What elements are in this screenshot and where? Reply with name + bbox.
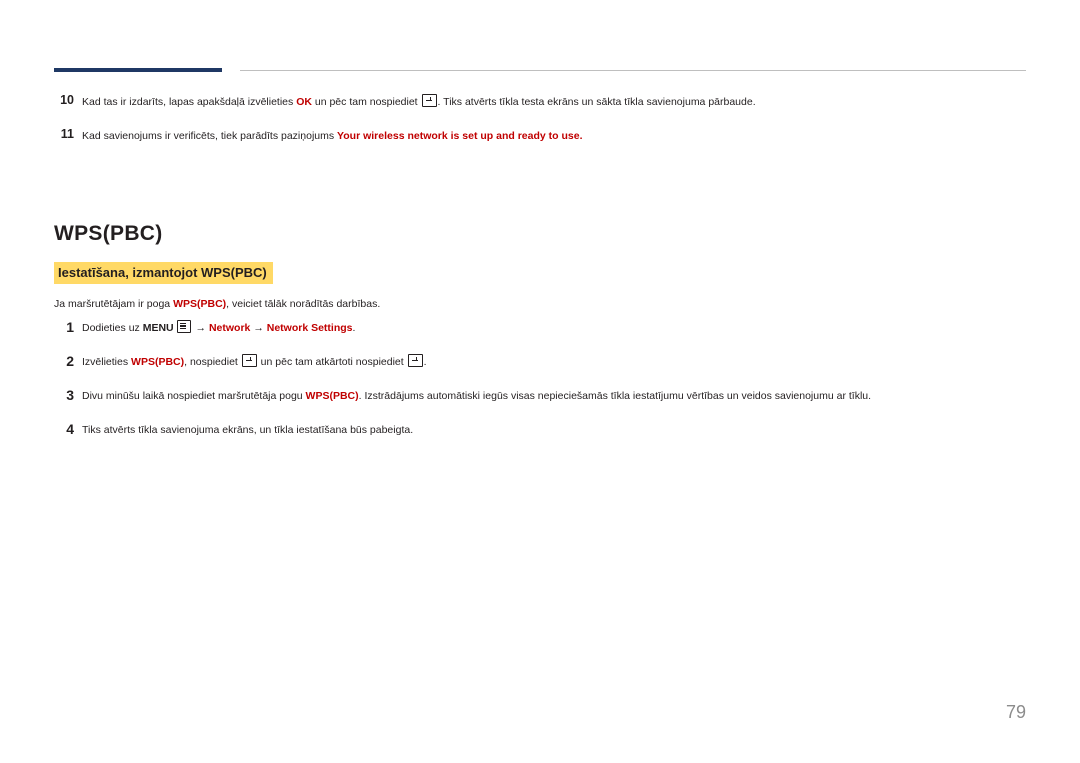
text-run: . Izstrādājums automātiski iegūs visas n… bbox=[358, 390, 872, 402]
text-run: un pēc tam nospiediet bbox=[311, 96, 421, 108]
list-item-text: Dodieties uz MENU → Network → Network Se… bbox=[82, 318, 1029, 338]
list-item-number: 4 bbox=[66, 421, 74, 437]
text-run: un pēc tam atkārtoti nospiediet bbox=[257, 356, 407, 368]
header-rule bbox=[54, 68, 1026, 72]
header-rule-line bbox=[240, 69, 1026, 71]
emphasis-wpspbc: WPS(PBC) bbox=[305, 390, 359, 402]
steps-list: 1 Dodieties uz MENU → Network → Network … bbox=[54, 318, 1029, 454]
header-rule-accent bbox=[54, 68, 222, 72]
list-item: 11 Kad savienojums ir verificēts, tiek p… bbox=[54, 126, 1029, 146]
list-item-number: 11 bbox=[60, 127, 74, 141]
list-item-number: 3 bbox=[66, 387, 74, 403]
list-item: 1 Dodieties uz MENU → Network → Network … bbox=[54, 318, 1029, 338]
list-item-text: Tiks atvērts tīkla savienojuma ekrāns, u… bbox=[82, 420, 1029, 440]
menu-label: MENU bbox=[142, 322, 174, 334]
enter-key-icon bbox=[421, 94, 437, 107]
text-run: . bbox=[352, 322, 356, 334]
continued-steps-list: 10 Kad tas ir izdarīts, lapas apakšdaļā … bbox=[54, 92, 1029, 146]
enter-key-icon bbox=[241, 354, 257, 367]
emphasis-network: Network bbox=[208, 322, 251, 334]
list-item: 10 Kad tas ir izdarīts, lapas apakšdaļā … bbox=[54, 92, 1029, 112]
emphasis-wpspbc: WPS(PBC) bbox=[173, 298, 227, 310]
emphasis-network-settings: Network Settings bbox=[266, 322, 353, 334]
text-run: Tiks atvērts tīkla savienojuma ekrāns, u… bbox=[82, 424, 414, 436]
list-item-text: Izvēlieties WPS(PBC), nospiediet un pēc … bbox=[82, 352, 1029, 372]
text-run: Kad savienojums ir verificēts, tiek parā… bbox=[82, 130, 338, 142]
text-run: , nospiediet bbox=[184, 356, 241, 368]
emphasis-wpspbc: WPS(PBC) bbox=[131, 356, 185, 368]
text-run: . bbox=[423, 356, 427, 368]
text-run: Ja maršrutētājam ir poga bbox=[54, 298, 174, 310]
text-run: → bbox=[250, 322, 267, 334]
page-title: WPS(PBC) bbox=[54, 222, 163, 245]
list-item-number: 1 bbox=[66, 319, 74, 335]
text-run: . Tiks atvērts tīkla testa ekrāns un sāk… bbox=[437, 96, 756, 108]
text-run: Divu minūšu laikā nospiediet maršrutētāj… bbox=[82, 390, 306, 402]
text-run: Kad tas ir izdarīts, lapas apakšdaļā izv… bbox=[82, 96, 297, 108]
text-run: Dodieties uz bbox=[82, 322, 143, 334]
menu-key-icon bbox=[176, 320, 191, 333]
document-page: 10 Kad tas ir izdarīts, lapas apakšdaļā … bbox=[0, 0, 1080, 763]
list-item-text: Kad tas ir izdarīts, lapas apakšdaļā izv… bbox=[82, 92, 1029, 112]
intro-paragraph: Ja maršrutētājam ir poga WPS(PBC), veici… bbox=[54, 296, 380, 312]
page-number: 79 bbox=[1005, 702, 1026, 722]
list-item-text: Divu minūšu laikā nospiediet maršrutētāj… bbox=[82, 386, 1029, 406]
list-item: 2 Izvēlieties WPS(PBC), nospiediet un pē… bbox=[54, 352, 1029, 372]
list-item: 4 Tiks atvērts tīkla savienojuma ekrāns,… bbox=[54, 420, 1029, 440]
enter-key-icon bbox=[407, 354, 423, 367]
list-item: 3 Divu minūšu laikā nospiediet maršrutēt… bbox=[54, 386, 1029, 406]
text-run: , veiciet tālāk norādītās darbības. bbox=[226, 298, 381, 310]
section-subheading: Iestatīšana, izmantojot WPS(PBC) bbox=[54, 262, 273, 284]
text-run: → bbox=[192, 322, 209, 334]
text-run: Izvēlieties bbox=[82, 356, 132, 368]
emphasis-ok: OK bbox=[296, 96, 312, 108]
list-item-number: 2 bbox=[66, 353, 74, 369]
list-item-text: Kad savienojums ir verificēts, tiek parā… bbox=[82, 126, 1029, 146]
list-item-number: 10 bbox=[60, 93, 74, 107]
emphasis-message: Your wireless network is set up and read… bbox=[337, 130, 583, 142]
